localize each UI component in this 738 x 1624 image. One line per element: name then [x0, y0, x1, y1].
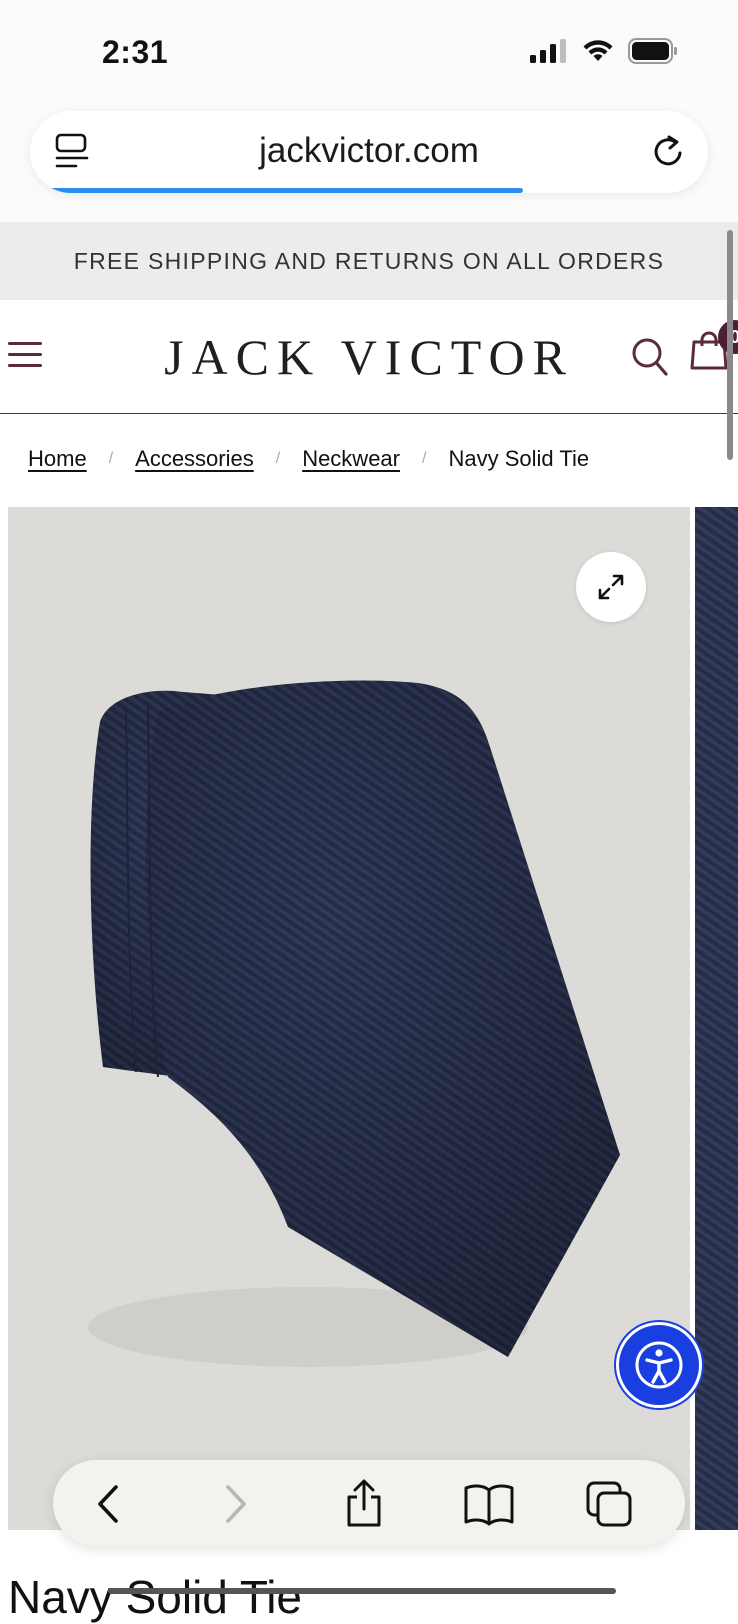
- reload-icon[interactable]: [650, 131, 688, 176]
- breadcrumb-home[interactable]: Home: [28, 446, 87, 472]
- back-arrow-icon: [98, 1485, 118, 1523]
- expand-image-button[interactable]: [576, 552, 646, 622]
- tab-switcher-icon: [586, 1481, 632, 1527]
- breadcrumb-separator: /: [108, 450, 114, 467]
- tie-image: [88, 680, 620, 1367]
- home-indicator[interactable]: [108, 1588, 616, 1594]
- site-header: JACK VICTOR 0: [0, 300, 738, 414]
- tie-closeup-image: [695, 507, 738, 1530]
- forward-arrow-icon: [226, 1485, 246, 1523]
- breadcrumb: Home / Accessories / Neckwear / Navy Sol…: [28, 446, 589, 472]
- breadcrumb-separator: /: [422, 450, 427, 467]
- accessibility-icon: [635, 1341, 683, 1389]
- promo-banner-text: FREE SHIPPING AND RETURNS ON ALL ORDERS: [73, 247, 665, 274]
- expand-icon: [598, 574, 624, 600]
- share-button[interactable]: [338, 1478, 390, 1530]
- promo-banner: FREE SHIPPING AND RETURNS ON ALL ORDERS: [0, 222, 738, 300]
- address-bar[interactable]: jackvictor.com: [30, 111, 708, 193]
- forward-button[interactable]: [209, 1478, 261, 1530]
- book-icon: [464, 1484, 514, 1526]
- status-time: 2:31: [102, 34, 169, 70]
- page-load-progress: [48, 188, 523, 193]
- battery-icon: [628, 38, 677, 64]
- breadcrumb-accessories[interactable]: Accessories: [135, 446, 254, 472]
- breadcrumb-neckwear[interactable]: Neckwear: [302, 446, 400, 472]
- wifi-icon: [583, 40, 613, 61]
- accessibility-button[interactable]: [616, 1322, 702, 1408]
- signal-icon: [530, 39, 566, 63]
- browser-chrome: jackvictor.com: [0, 100, 738, 222]
- back-button[interactable]: [83, 1478, 135, 1530]
- page-scrollbar[interactable]: [727, 230, 733, 460]
- breadcrumb-current: Navy Solid Tie: [448, 446, 590, 471]
- status-bar: 2:31: [0, 0, 738, 100]
- status-icons: [530, 38, 678, 64]
- tab-switcher-button[interactable]: [583, 1478, 635, 1530]
- product-title: Navy Solid Tie: [8, 1571, 303, 1623]
- product-image-main[interactable]: [8, 507, 690, 1530]
- browser-toolbar: [53, 1460, 685, 1546]
- url-text[interactable]: jackvictor.com: [30, 131, 708, 171]
- product-image-next[interactable]: [695, 507, 738, 1530]
- site-logo[interactable]: JACK VICTOR: [0, 328, 738, 386]
- search-icon[interactable]: [630, 336, 670, 383]
- breadcrumb-separator: /: [275, 450, 281, 467]
- share-icon: [347, 1479, 381, 1527]
- bookmarks-button[interactable]: [463, 1478, 515, 1530]
